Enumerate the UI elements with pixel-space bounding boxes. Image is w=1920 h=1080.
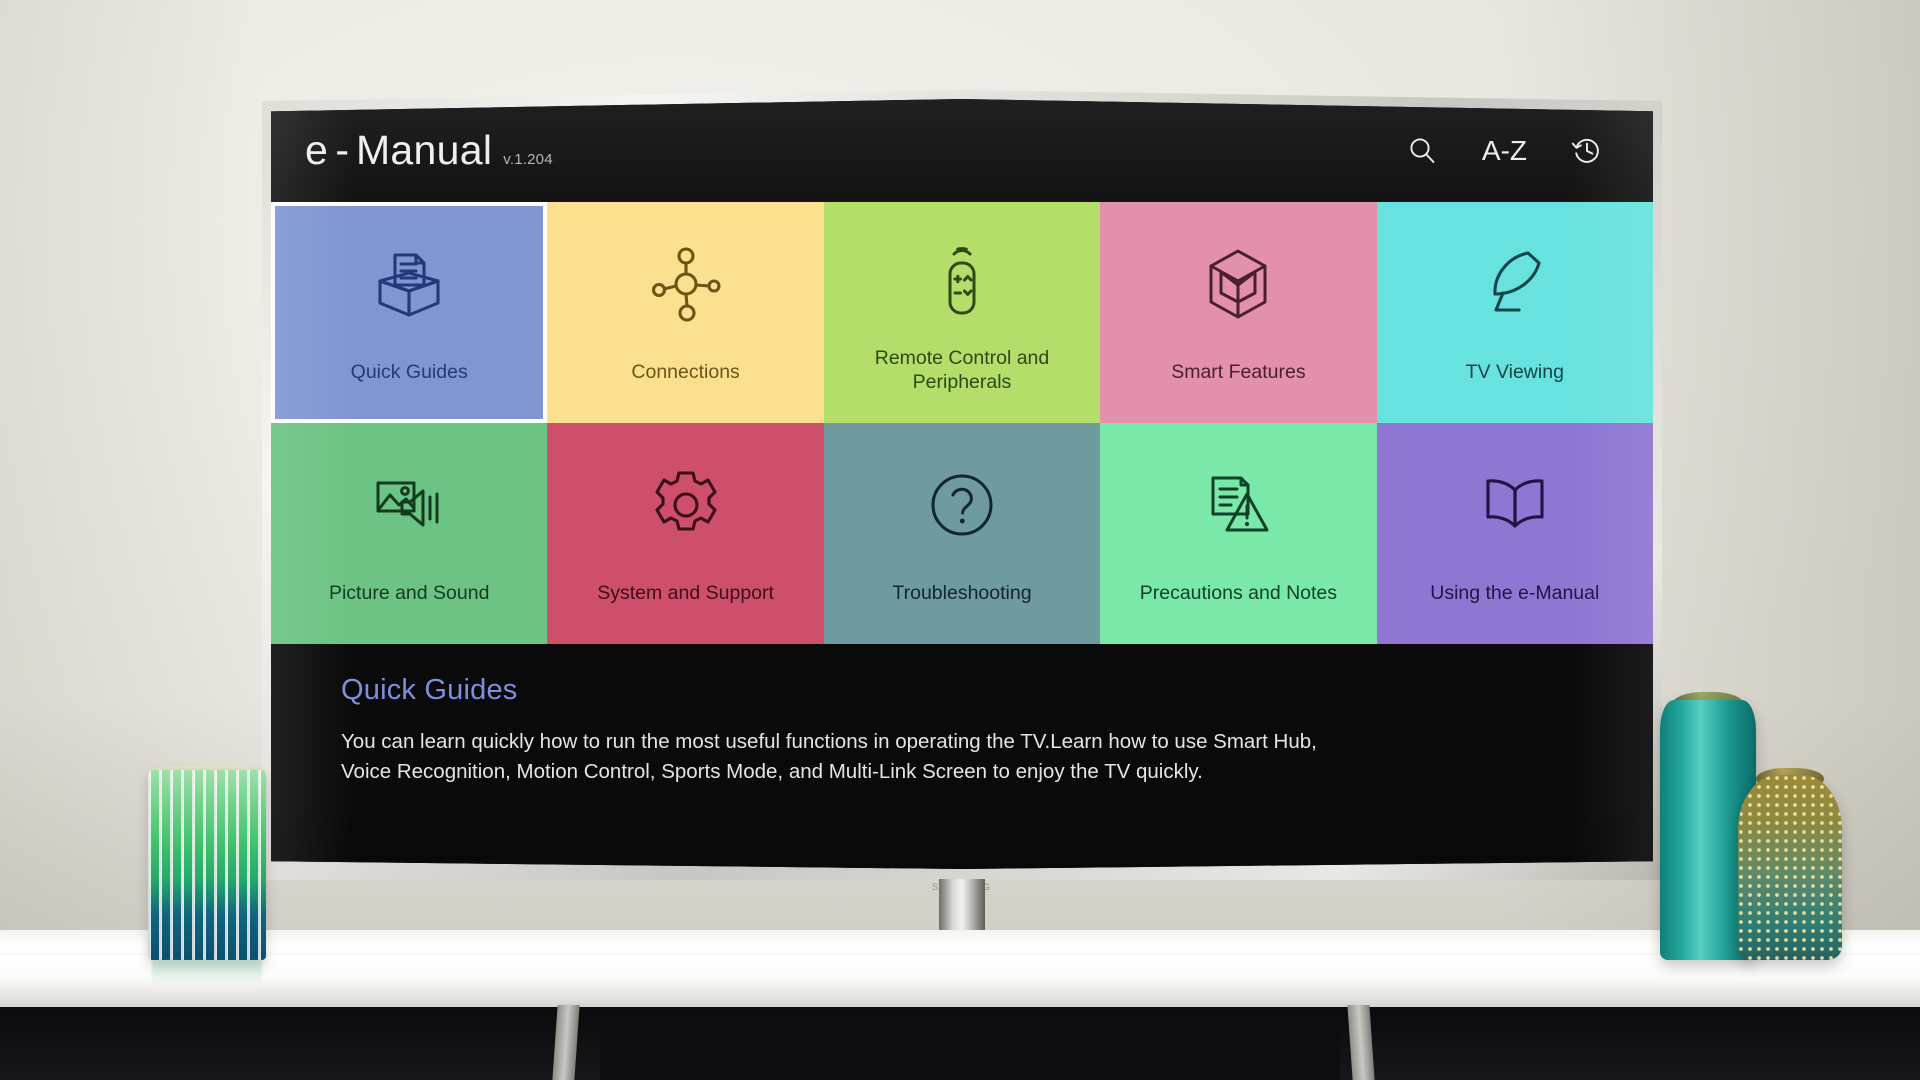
recent-history-button[interactable]	[1563, 127, 1611, 175]
tile-system-and-support[interactable]: System and Support	[547, 423, 824, 644]
tile-connections[interactable]: Connections	[547, 202, 824, 423]
tile-smart-features[interactable]: Smart Features	[1100, 202, 1377, 423]
document-warning-icon	[1195, 459, 1281, 551]
description-panel: Quick Guides You can learn quickly how t…	[271, 644, 1653, 869]
question-mark-icon	[919, 459, 1005, 551]
description-title: Quick Guides	[341, 674, 518, 706]
tile-precautions-and-notes[interactable]: Precautions and Notes	[1100, 423, 1377, 644]
satellite-dish-icon	[1472, 238, 1558, 330]
tile-tv-viewing[interactable]: TV Viewing	[1376, 202, 1653, 423]
tile-label: Picture and Sound	[328, 582, 490, 605]
header-actions: A-Z	[1398, 127, 1611, 175]
striped-vase-reflection	[152, 960, 262, 986]
striped-vase-pattern	[148, 770, 266, 960]
textured-gold-vase	[1738, 775, 1842, 960]
tile-remote-control-and-peripherals[interactable]: Remote Control and Peripherals	[823, 202, 1101, 423]
a-to-z-icon: A-Z	[1481, 134, 1527, 166]
open-book-icon	[1472, 459, 1558, 551]
tile-label: System and Support	[597, 582, 774, 605]
tile-quick-guides[interactable]: Quick Guides	[271, 202, 548, 423]
search-icon	[1410, 137, 1435, 163]
brand-letter-e: e	[305, 127, 329, 173]
brand-name: Manual	[355, 127, 493, 173]
tile-troubleshooting[interactable]: Troubleshooting	[823, 423, 1101, 644]
room-scene: e - Manual v.1.204 A-Z Quick Guides Conn…	[0, 0, 1920, 1080]
console-table-edge	[0, 955, 1920, 1007]
tile-label: Precautions and Notes	[1139, 582, 1338, 605]
gear-icon	[643, 459, 729, 551]
network-nodes-icon	[643, 238, 729, 330]
console-back-panel	[600, 1010, 1340, 1080]
tile-label: Connections	[631, 361, 740, 384]
tile-using-the-e-manual[interactable]: Using the e-Manual	[1376, 423, 1653, 644]
cube-m-icon	[1195, 238, 1281, 330]
television: e - Manual v.1.204 A-Z Quick Guides Conn…	[262, 90, 1662, 994]
search-button[interactable]	[1398, 127, 1446, 175]
open-box-document-icon	[366, 238, 452, 330]
tile-label: TV Viewing	[1465, 361, 1564, 384]
tile-label: Quick Guides	[350, 361, 468, 384]
app-header: e - Manual v.1.204 A-Z	[271, 99, 1653, 202]
app-title: e - Manual v.1.204	[305, 127, 553, 174]
tile-label: Using the e-Manual	[1430, 582, 1600, 605]
tv-screen: e - Manual v.1.204 A-Z Quick Guides Conn…	[271, 99, 1653, 869]
remote-control-icon	[919, 238, 1005, 330]
tile-label: Smart Features	[1171, 361, 1306, 384]
picture-speaker-icon	[366, 459, 452, 551]
brand-dash: -	[335, 127, 349, 173]
striped-green-vase	[148, 770, 266, 960]
tile-label: Troubleshooting	[892, 582, 1032, 605]
tile-label: Remote Control and Peripherals	[874, 347, 1050, 394]
description-body: You can learn quickly how to run the mos…	[341, 730, 1317, 784]
a-to-z-button[interactable]: A-Z	[1482, 127, 1527, 175]
tile-picture-and-sound[interactable]: Picture and Sound	[271, 423, 548, 644]
app-version: v.1.204	[503, 151, 553, 168]
category-grid: Quick Guides Connections Remote Control …	[271, 202, 1653, 644]
history-clock-icon	[1571, 138, 1599, 163]
